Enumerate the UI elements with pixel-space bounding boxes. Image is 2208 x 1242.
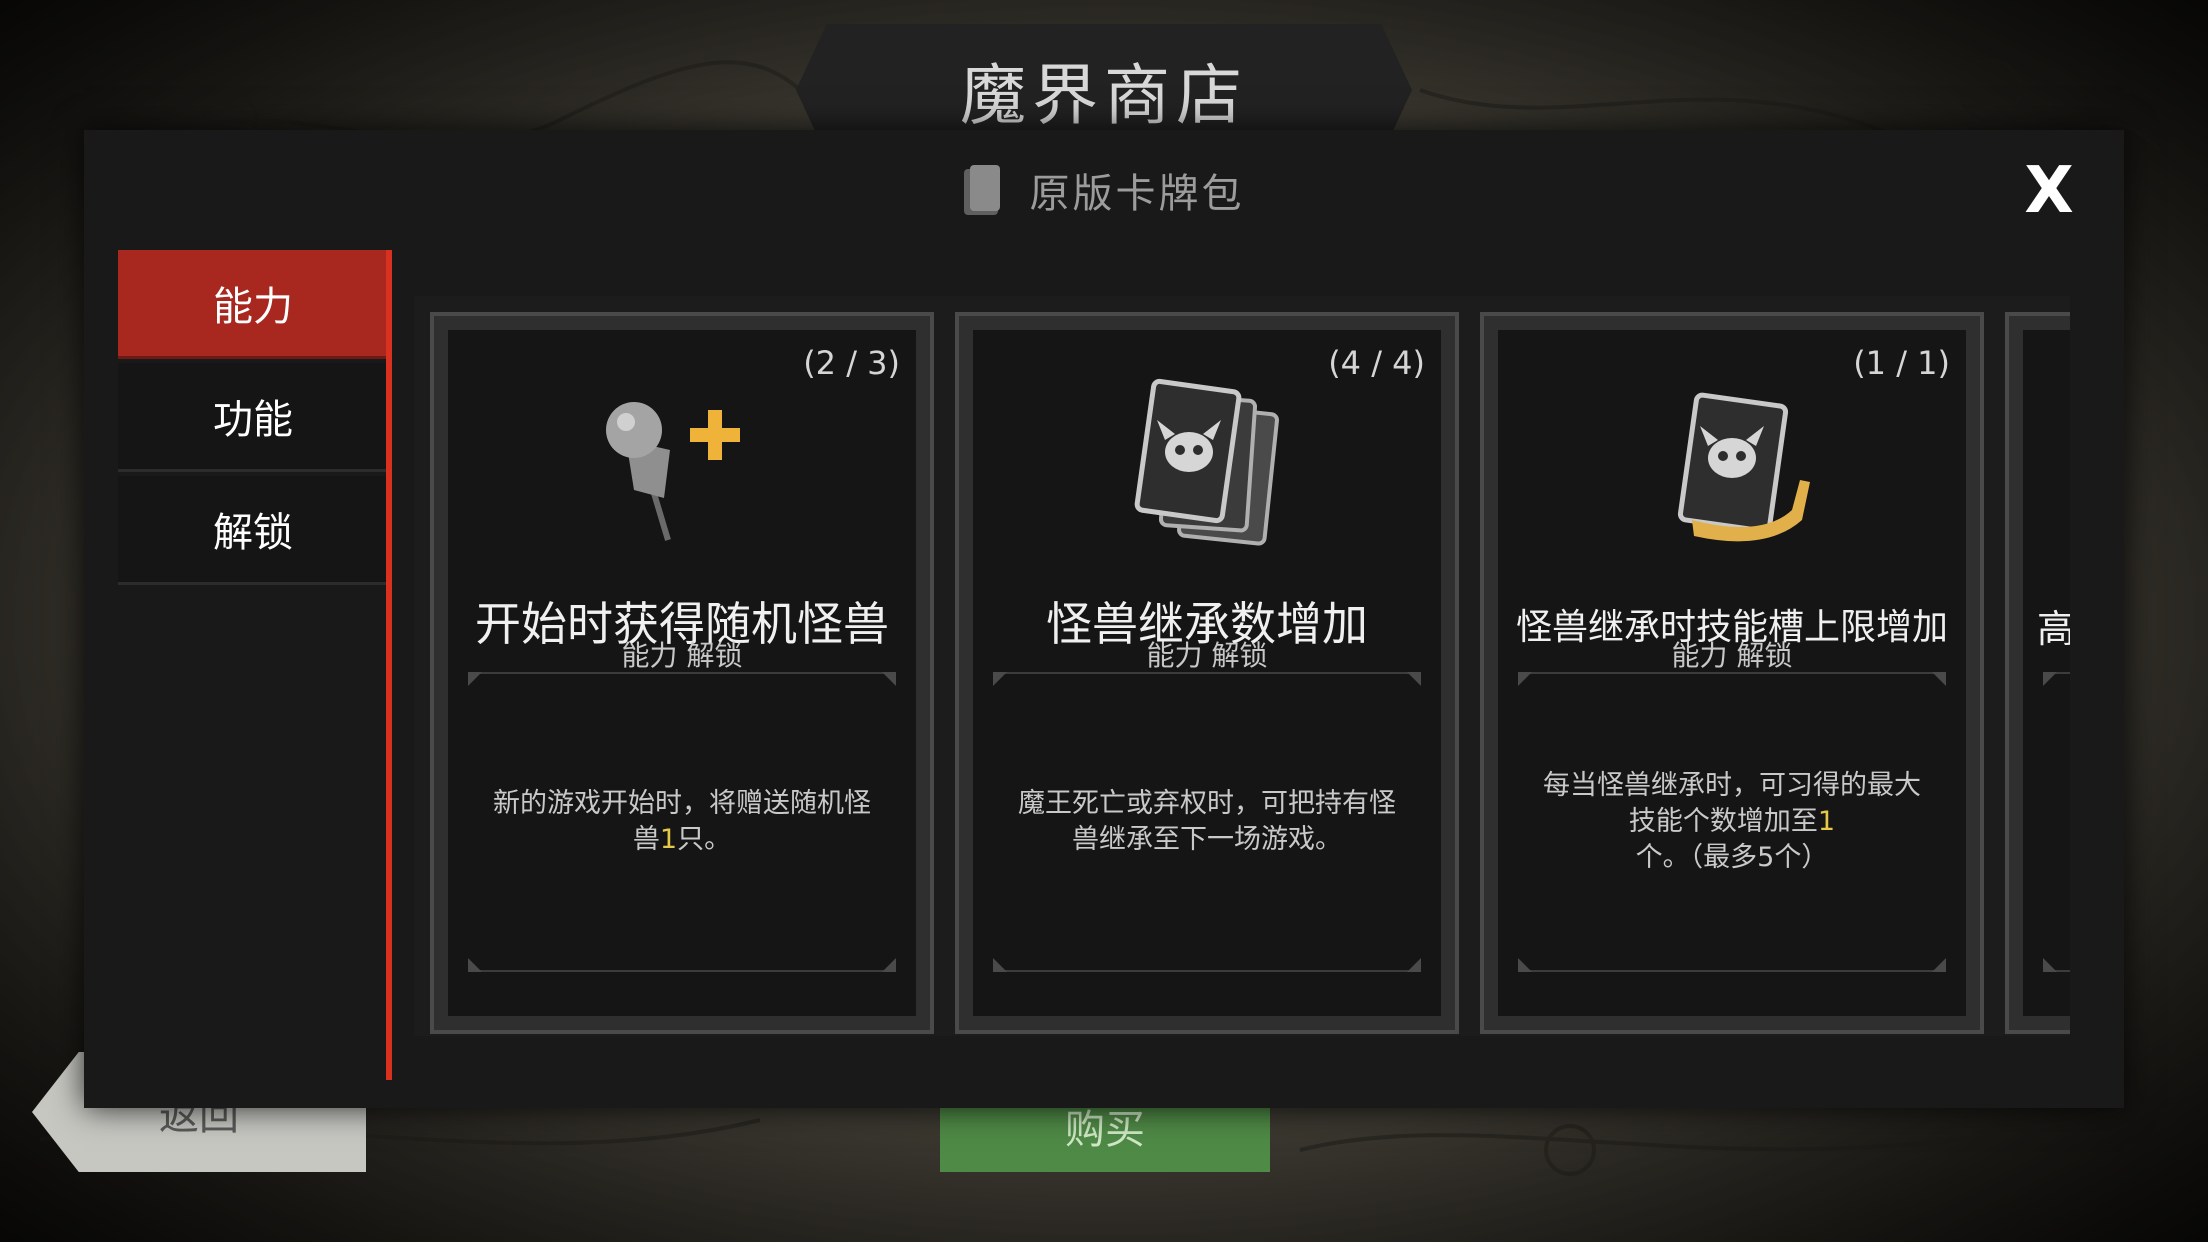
card-description: 魔王死亡或弃权时，可把持有怪兽继承至下一场游戏。 [1018,788,1396,855]
pin-plus-icon [606,402,740,541]
card-subtitle: 能力 解锁 [1146,639,1268,672]
card-count: (4 / 4) [1328,344,1425,382]
card-description: 新的游戏开始时，将赠送随机怪兽1只。 [493,788,871,855]
sidebar-item-function[interactable]: 功能 [118,363,388,472]
card-pack-icon [963,165,1002,215]
upgrade-card-random-monster[interactable]: (2 / 3) 开始时获得随机怪兽 能力 解锁 新的游戏开始时，将赠送随机怪兽1… [430,312,934,1034]
upgrade-card-skill-slots[interactable]: (1 / 1) 怪兽继承时技能槽上限增加 能力 解锁 每当怪兽继承时，可习得的最… [1480,312,1984,1034]
category-sidebar: 能力 功能 解锁 [118,250,388,589]
card-subtitle: 能力 解锁 [621,639,743,672]
card-description-frame: 每当怪兽继承时，可习得的最大技能个数增加至1个。（最多5个） [1518,672,1946,972]
card-count: (2 / 3) [803,344,900,382]
card-list: (2 / 3) 开始时获得随机怪兽 能力 解锁 新的游戏开始时，将赠送随机怪兽1… [414,296,2070,1036]
sidebar-item-unlock[interactable]: 解锁 [118,476,388,585]
card-count: (1 / 1) [1853,344,1950,382]
panel-subtitle: 原版卡牌包 [1029,171,1245,217]
demon-cards-icon [1134,378,1279,546]
card-subtitle: 能力 解锁 [1671,639,1793,672]
panel-header: 原版卡牌包 [84,130,2124,250]
sidebar-divider [386,250,392,1080]
close-button[interactable]: X [2014,154,2084,228]
card-title: 高 [2037,607,2070,651]
upgrade-card-partial[interactable]: 高 [2005,312,2070,1034]
sidebar-item-ability[interactable]: 能力 [118,250,388,359]
upgrade-card-inherit-count[interactable]: (4 / 4) 怪兽继承数增加 能力 解锁 魔王死亡或弃权时，可把持有怪兽继承至… [955,312,1459,1034]
card-description-frame: 魔王死亡或弃权时，可把持有怪兽继承至下一场游戏。 [993,672,1421,972]
card-pack-panel: 原版卡牌包 X 能力 功能 解锁 (2 / 3) 开始时获得随机怪兽 能力 解锁 [84,130,2124,1108]
card-description-frame [2043,672,2070,972]
card-description-frame: 新的游戏开始时，将赠送随机怪兽1只。 [468,672,896,972]
demon-card-arrow-icon [1677,392,1810,542]
card-description: 每当怪兽继承时，可习得的最大技能个数增加至1个。（最多5个） [1543,770,1921,873]
shop-title: 魔界商店 [960,57,1248,134]
